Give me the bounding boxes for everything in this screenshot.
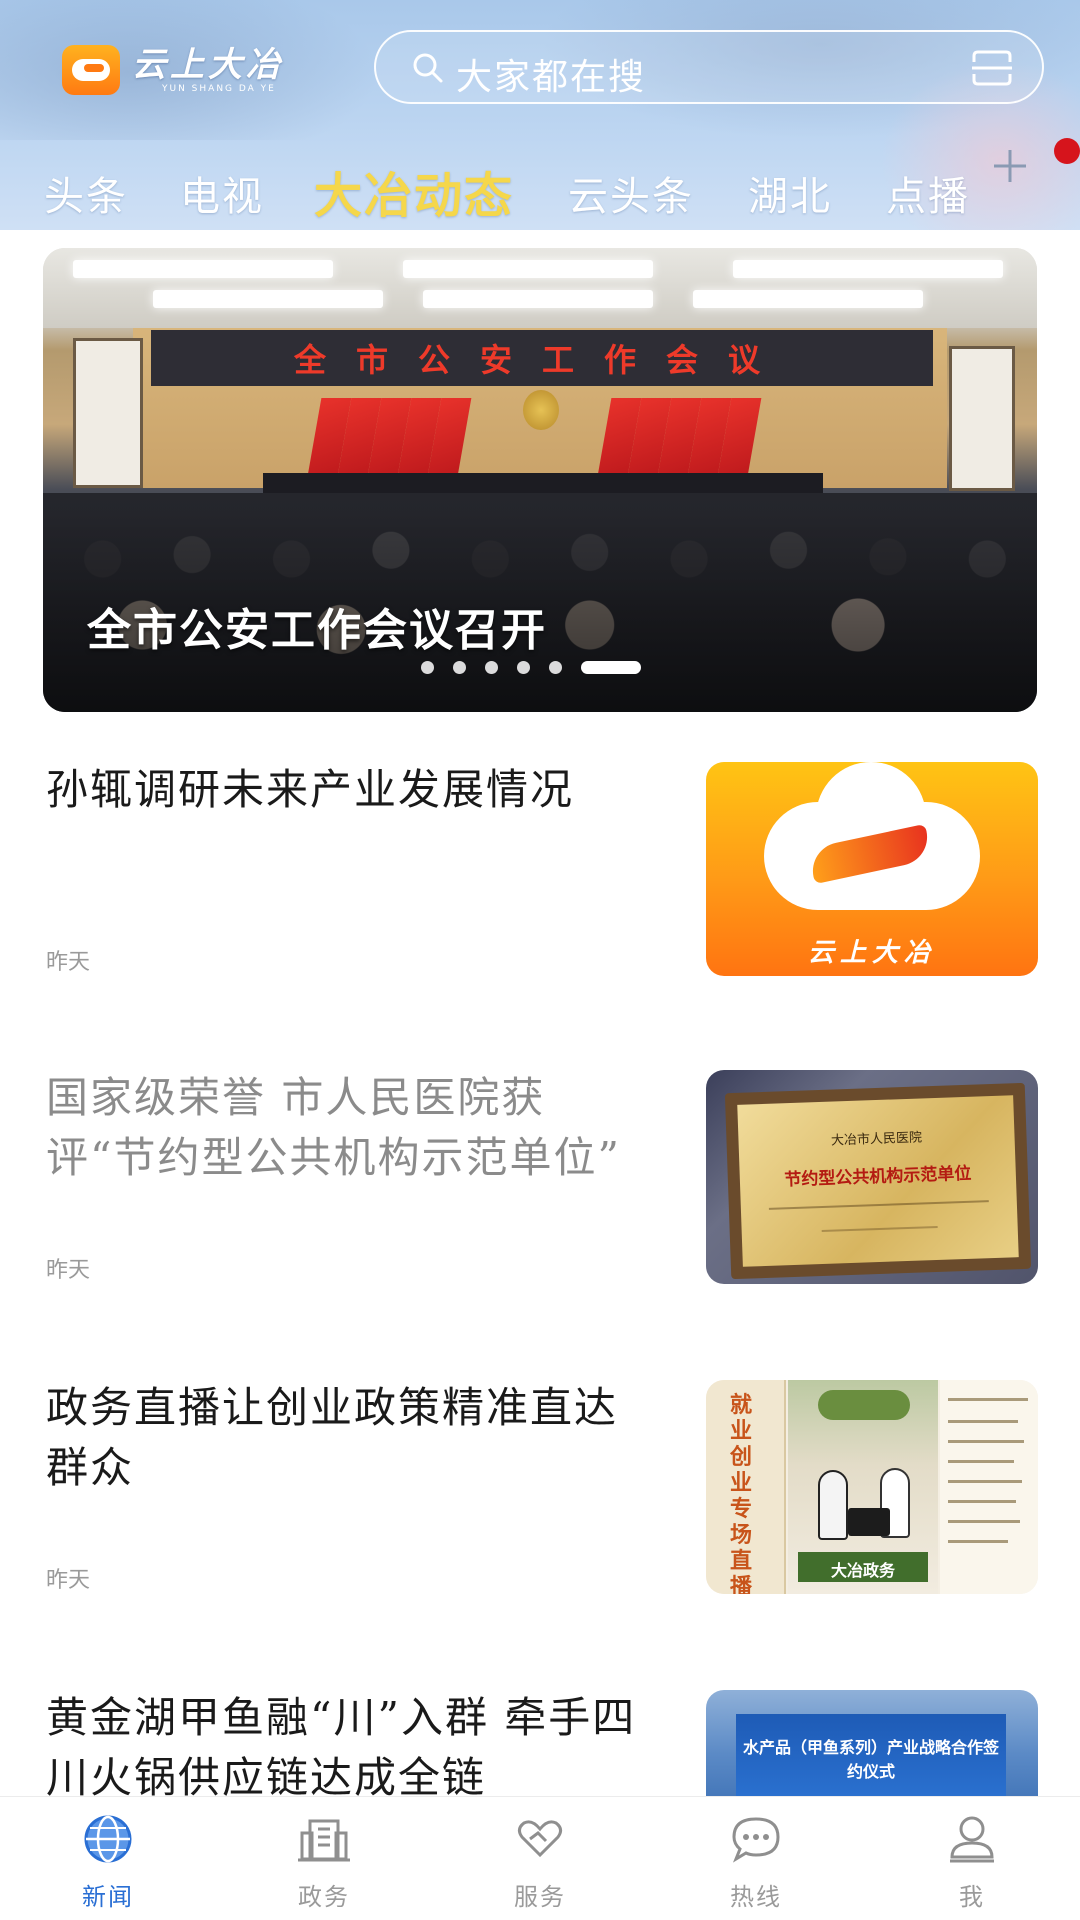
- news-item[interactable]: 国家级荣誉 市人民医院获评“节约型公共机构示范单位” 昨天 大冶市人民医院 节约…: [0, 1068, 1080, 1358]
- news-title[interactable]: 黄金湖甲鱼融“川”入群 牵手四川火锅供应链达成全链: [46, 1688, 646, 1808]
- nav-hotline[interactable]: 热线: [648, 1797, 864, 1920]
- plaque-hospital: 大冶市人民医院: [830, 1130, 923, 1149]
- tab-cloud-headlines[interactable]: 云头条: [568, 164, 694, 222]
- channel-tabs: 头条 电视 大冶动态 云头条 湖北 点播: [0, 150, 1080, 224]
- nav-me[interactable]: 我: [864, 1797, 1080, 1920]
- carousel-dot[interactable]: [549, 660, 562, 674]
- carousel-dot[interactable]: [453, 660, 466, 674]
- app-logo[interactable]: 云上大冶 YUN SHANG DA YE: [62, 40, 284, 100]
- nav-label: 我: [959, 1883, 985, 1911]
- meeting-banner: 全市公安工作会议: [151, 330, 933, 386]
- top-header: 云上大冶 YUN SHANG DA YE 大家都在搜 头条 电视 大冶动态 云头…: [0, 0, 1080, 230]
- plaque-title: 节约型公共机构示范单位: [784, 1163, 972, 1191]
- news-title[interactable]: 孙辄调研未来产业发展情况: [46, 760, 646, 820]
- carousel-headline[interactable]: 全市公安工作会议召开: [87, 594, 547, 658]
- news-thumbnail[interactable]: 就业创业专场直播 大冶政务: [706, 1380, 1038, 1594]
- laptop-icon: [848, 1508, 890, 1536]
- calligraphy-scroll: [949, 346, 1015, 491]
- building-icon: [298, 1819, 350, 1862]
- news-time: 昨天: [46, 1258, 91, 1283]
- search-icon: [413, 53, 443, 83]
- news-time: 昨天: [46, 1568, 91, 1593]
- news-thumbnail[interactable]: 大冶市人民医院 节约型公共机构示范单位: [706, 1070, 1038, 1284]
- carousel-dot[interactable]: [517, 660, 530, 674]
- bottom-navigation: 新闻 政务 服务 热线 我: [0, 1796, 1080, 1920]
- tab-on-demand[interactable]: 点播: [886, 164, 970, 222]
- nav-label: 热线: [730, 1883, 782, 1911]
- nav-label: 新闻: [82, 1883, 134, 1911]
- tab-daye-news[interactable]: 大冶动态: [314, 156, 514, 226]
- news-title[interactable]: 国家级荣誉 市人民医院获评“节约型公共机构示范单位”: [46, 1068, 646, 1188]
- news-time: 昨天: [46, 950, 91, 975]
- police-emblem-icon: [523, 390, 559, 430]
- thumbnail-caption: 云上大冶: [807, 938, 936, 968]
- search-placeholder: 大家都在搜: [456, 57, 647, 98]
- carousel-dot-active[interactable]: [581, 660, 641, 674]
- news-title[interactable]: 政务直播让创业政策精准直达群众: [46, 1378, 646, 1498]
- thumbnail-side-text: 就业创业专场直播: [730, 1392, 753, 1594]
- scan-icon[interactable]: [972, 50, 1012, 86]
- globe-icon: [84, 1815, 132, 1863]
- nav-label: 政务: [298, 1883, 350, 1911]
- logo-subtitle: YUN SHANG DA YE: [162, 84, 276, 94]
- heart-hands-icon: [517, 1820, 563, 1858]
- nav-services[interactable]: 服务: [432, 1797, 648, 1920]
- news-item[interactable]: 政务直播让创业政策精准直达群众 昨天 就业创业专场直播 大冶政务: [0, 1378, 1080, 1668]
- chat-bubble-icon: [732, 1817, 780, 1863]
- cloud-logo-icon: [62, 45, 120, 95]
- tab-hubei[interactable]: 湖北: [748, 164, 832, 222]
- carousel-dot[interactable]: [421, 660, 434, 674]
- meeting-banner-text: 全市公安工作会议: [293, 341, 790, 379]
- carousel-indicator: [421, 660, 641, 674]
- notification-dot: [1054, 138, 1080, 164]
- nav-news[interactable]: 新闻: [0, 1797, 216, 1920]
- thumbnail-footer: 大冶政务: [830, 1561, 895, 1580]
- search-bar[interactable]: 大家都在搜: [374, 30, 1044, 104]
- carousel-dot[interactable]: [485, 660, 498, 674]
- presenter: [818, 1470, 848, 1540]
- award-plaque: 大冶市人民医院 节约型公共机构示范单位: [724, 1082, 1032, 1280]
- tab-tv[interactable]: 电视: [180, 164, 264, 222]
- user-icon: [950, 1816, 994, 1863]
- plus-icon[interactable]: [992, 148, 1028, 184]
- tab-headlines[interactable]: 头条: [44, 164, 128, 222]
- news-item[interactable]: 孙辄调研未来产业发展情况 昨天 云上大冶: [0, 758, 1080, 1048]
- nav-label: 服务: [514, 1883, 566, 1911]
- calligraphy-scroll: [73, 338, 143, 488]
- headline-carousel[interactable]: 全市公安工作会议 全市公安工作会议召开: [43, 248, 1037, 712]
- news-thumbnail[interactable]: 云上大冶: [706, 762, 1038, 976]
- event-screen-text: 水产品（甲鱼系列）产业战略合作签约仪式: [742, 1738, 999, 1781]
- event-screen: 水产品（甲鱼系列）产业战略合作签约仪式: [736, 1714, 1006, 1804]
- logo-title: 云上大冶: [132, 45, 284, 85]
- nav-government[interactable]: 政务: [216, 1797, 432, 1920]
